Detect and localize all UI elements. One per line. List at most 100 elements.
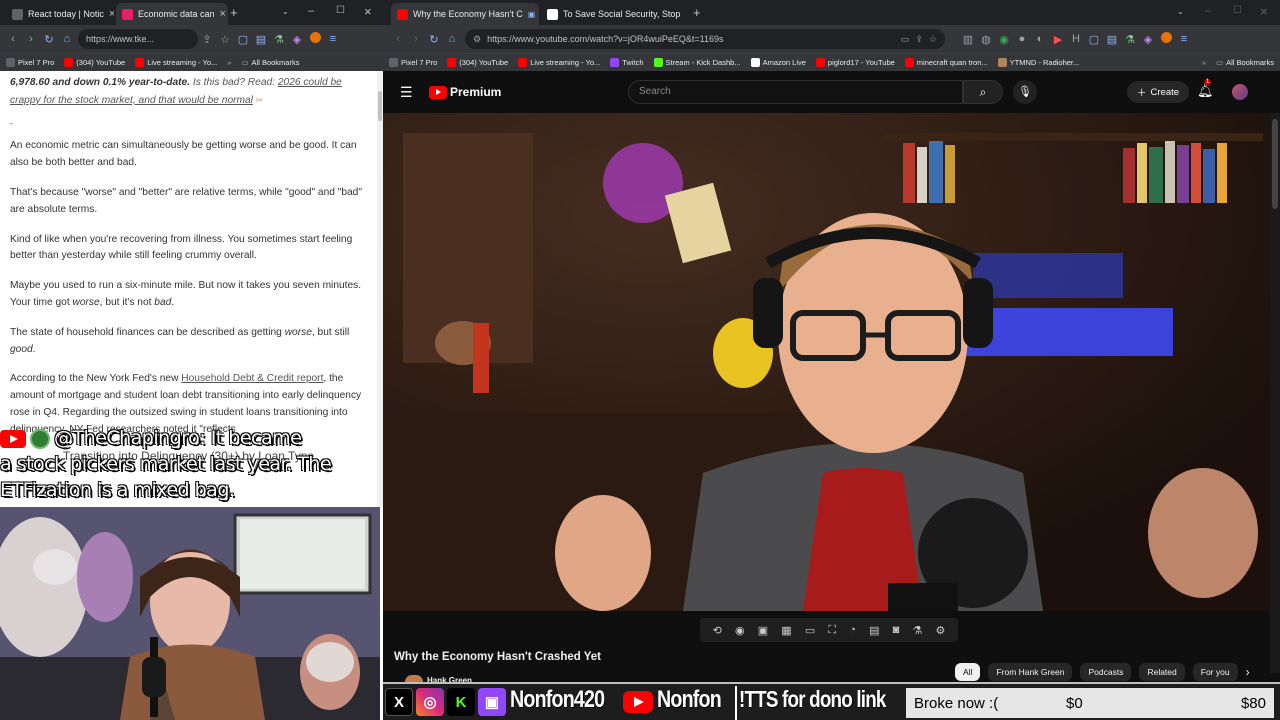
pip-icon[interactable]: ▭	[805, 624, 815, 637]
scrollbar-thumb[interactable]	[378, 91, 382, 121]
puzzle-icon[interactable]: ▢	[1085, 33, 1103, 46]
extension-4-icon[interactable]: ◐	[1031, 33, 1049, 45]
bookmark-item[interactable]: Stream - Kick Dashb...	[653, 58, 741, 67]
extension-2-icon[interactable]: ◍	[977, 33, 995, 46]
menu-icon[interactable]: ≡	[1175, 33, 1193, 45]
profile-avatar-icon[interactable]	[306, 32, 324, 46]
new-tab-icon[interactable]: +	[693, 5, 701, 20]
address-bar[interactable]: ⚙ https://www.youtube.com/watch?v=jOR4wu…	[465, 29, 945, 49]
extension-icon[interactable]: ▢	[234, 33, 252, 46]
bookmark-item[interactable]: Amazon Live	[750, 58, 806, 67]
page-scrollbar[interactable]	[1270, 113, 1280, 673]
extension-2-icon[interactable]: ▤	[252, 33, 270, 46]
chip-podcasts[interactable]: Podcasts	[1080, 663, 1132, 681]
speed-icon[interactable]: ◔	[849, 624, 856, 636]
install-icon[interactable]: ▭	[901, 34, 910, 45]
tab-economic-data[interactable]: Economic data can ×	[116, 3, 228, 25]
tab-react-today[interactable]: React today | Notic ×	[6, 3, 114, 25]
all-bookmarks[interactable]: ▭ All Bookmarks	[1216, 58, 1274, 67]
youtube-logo[interactable]: Premium	[429, 85, 501, 99]
search-input[interactable]: Search	[628, 80, 963, 104]
grammarly-icon[interactable]: ◉	[995, 33, 1013, 46]
bookmark-item[interactable]: YTMND - Radioher...	[997, 58, 1079, 67]
extension-5-icon[interactable]: ▶	[1049, 33, 1067, 46]
media-playing-icon[interactable]: ▣	[528, 10, 536, 19]
channel-avatar[interactable]	[405, 675, 423, 682]
bookmark-item[interactable]: minecraft quan tron...	[904, 58, 988, 67]
minimize-icon[interactable]: –	[308, 5, 314, 17]
bookmark-star-icon[interactable]: ☆	[929, 34, 937, 45]
household-debt-report-link[interactable]: Household Debt & Credit report	[181, 373, 323, 384]
maximize-icon[interactable]: ☐	[1233, 5, 1242, 16]
address-bar[interactable]: https://www.tke...	[78, 29, 198, 49]
home-icon[interactable]: ⌂	[58, 33, 76, 45]
loop-icon[interactable]: ⟲	[713, 624, 722, 637]
back-arrow-icon[interactable]: ‹	[389, 33, 407, 45]
picture-icon[interactable]: ▤	[869, 624, 879, 637]
profile-avatar-icon[interactable]	[1157, 32, 1175, 46]
close-icon[interactable]: ×	[109, 8, 114, 20]
extension-3-icon[interactable]: ●	[1013, 33, 1031, 45]
tab-search-chevron-icon[interactable]: ⌄	[282, 7, 289, 16]
extension-icon[interactable]: ▥	[959, 33, 977, 46]
site-info-icon[interactable]: ⚙	[473, 34, 481, 45]
bookmark-item[interactable]: (304) YouTube	[447, 58, 508, 67]
minimize-icon[interactable]: –	[1205, 5, 1211, 17]
chevron-right-icon[interactable]: ›	[1246, 665, 1250, 679]
search-button[interactable]: ⌕	[963, 80, 1003, 104]
more-bookmarks-chevron-icon[interactable]: »	[1202, 58, 1206, 67]
tab-social-security[interactable]: To Save Social Security, Stop Si ×	[541, 3, 681, 25]
screenshot-icon[interactable]: ◙	[893, 624, 900, 636]
camera-icon[interactable]: ▣	[758, 624, 768, 637]
chip-from-hank-green[interactable]: From Hank Green	[988, 663, 1073, 681]
window-close-icon[interactable]: ×	[1260, 4, 1268, 19]
maximize-icon[interactable]: ☐	[336, 5, 345, 16]
scrollbar-thumb[interactable]	[1272, 119, 1278, 209]
bookmark-live-streaming[interactable]: Live streaming - Yo...	[135, 58, 217, 67]
bookmark-youtube[interactable]: (304) YouTube	[64, 58, 125, 67]
bookmark-item[interactable]: Twitch	[610, 58, 644, 67]
settings-icon[interactable]: ⚙	[935, 624, 945, 637]
share-icon[interactable]: ⇪	[198, 33, 216, 46]
notifications-button[interactable]: 🔔︎ 1	[1197, 79, 1214, 99]
flask-icon[interactable]: ⚗	[1121, 33, 1139, 46]
tab-youtube-video[interactable]: Why the Economy Hasn't C ▣ ×	[391, 3, 539, 25]
extension-6-icon[interactable]: H	[1067, 33, 1085, 45]
all-bookmarks[interactable]: ▭ All Bookmarks	[241, 58, 299, 67]
more-bookmarks-chevron-icon[interactable]: »	[227, 58, 231, 67]
audio-icon[interactable]: ◉	[735, 624, 745, 637]
chip-all[interactable]: All	[955, 663, 981, 681]
bookmark-star-icon[interactable]: ☆	[216, 33, 234, 46]
close-icon[interactable]: ×	[220, 8, 226, 20]
bookmark-item[interactable]: piglord17 - YouTube	[815, 58, 895, 67]
flask-icon[interactable]: ⚗	[270, 33, 288, 46]
account-avatar[interactable]	[1232, 84, 1248, 100]
forward-arrow-icon[interactable]: ›	[407, 33, 425, 45]
clip-icon[interactable]: ▦	[781, 624, 791, 637]
back-arrow-icon[interactable]: ‹	[4, 33, 22, 45]
bookmark-item[interactable]: Live streaming - Yo...	[518, 58, 600, 67]
extension-7-icon[interactable]: ▤	[1103, 33, 1121, 46]
menu-icon[interactable]: ≡	[324, 33, 342, 45]
voice-search-button[interactable]: 🎙︎	[1013, 80, 1037, 104]
channel-name[interactable]: Hank Green	[427, 675, 472, 682]
bookmark-pixel-7-pro[interactable]: Pixel 7 Pro	[6, 58, 54, 67]
flask-icon[interactable]: ⚗	[912, 624, 922, 637]
chip-for-you[interactable]: For you	[1192, 663, 1238, 681]
fullscreen-icon[interactable]: ⛶	[828, 624, 836, 637]
chip-related[interactable]: Related	[1139, 663, 1185, 681]
extension-3-icon[interactable]: ◈	[288, 33, 306, 46]
home-icon[interactable]: ⌂	[443, 33, 461, 45]
extension-8-icon[interactable]: ◈	[1139, 33, 1157, 46]
share-icon[interactable]: ⇪	[915, 34, 923, 45]
window-close-icon[interactable]: ×	[364, 4, 372, 19]
reload-icon[interactable]: ↻	[40, 33, 58, 46]
hamburger-menu-icon[interactable]: ☰	[400, 84, 413, 101]
video-player[interactable]	[383, 113, 1270, 611]
tab-search-chevron-icon[interactable]: ⌄	[1177, 7, 1184, 16]
reload-icon[interactable]: ↻	[425, 33, 443, 46]
create-button[interactable]: ＋ Create	[1127, 81, 1190, 103]
bookmark-item[interactable]: Pixel 7 Pro	[389, 58, 437, 67]
forward-arrow-icon[interactable]: ›	[22, 33, 40, 45]
new-tab-icon[interactable]: +	[230, 5, 238, 20]
